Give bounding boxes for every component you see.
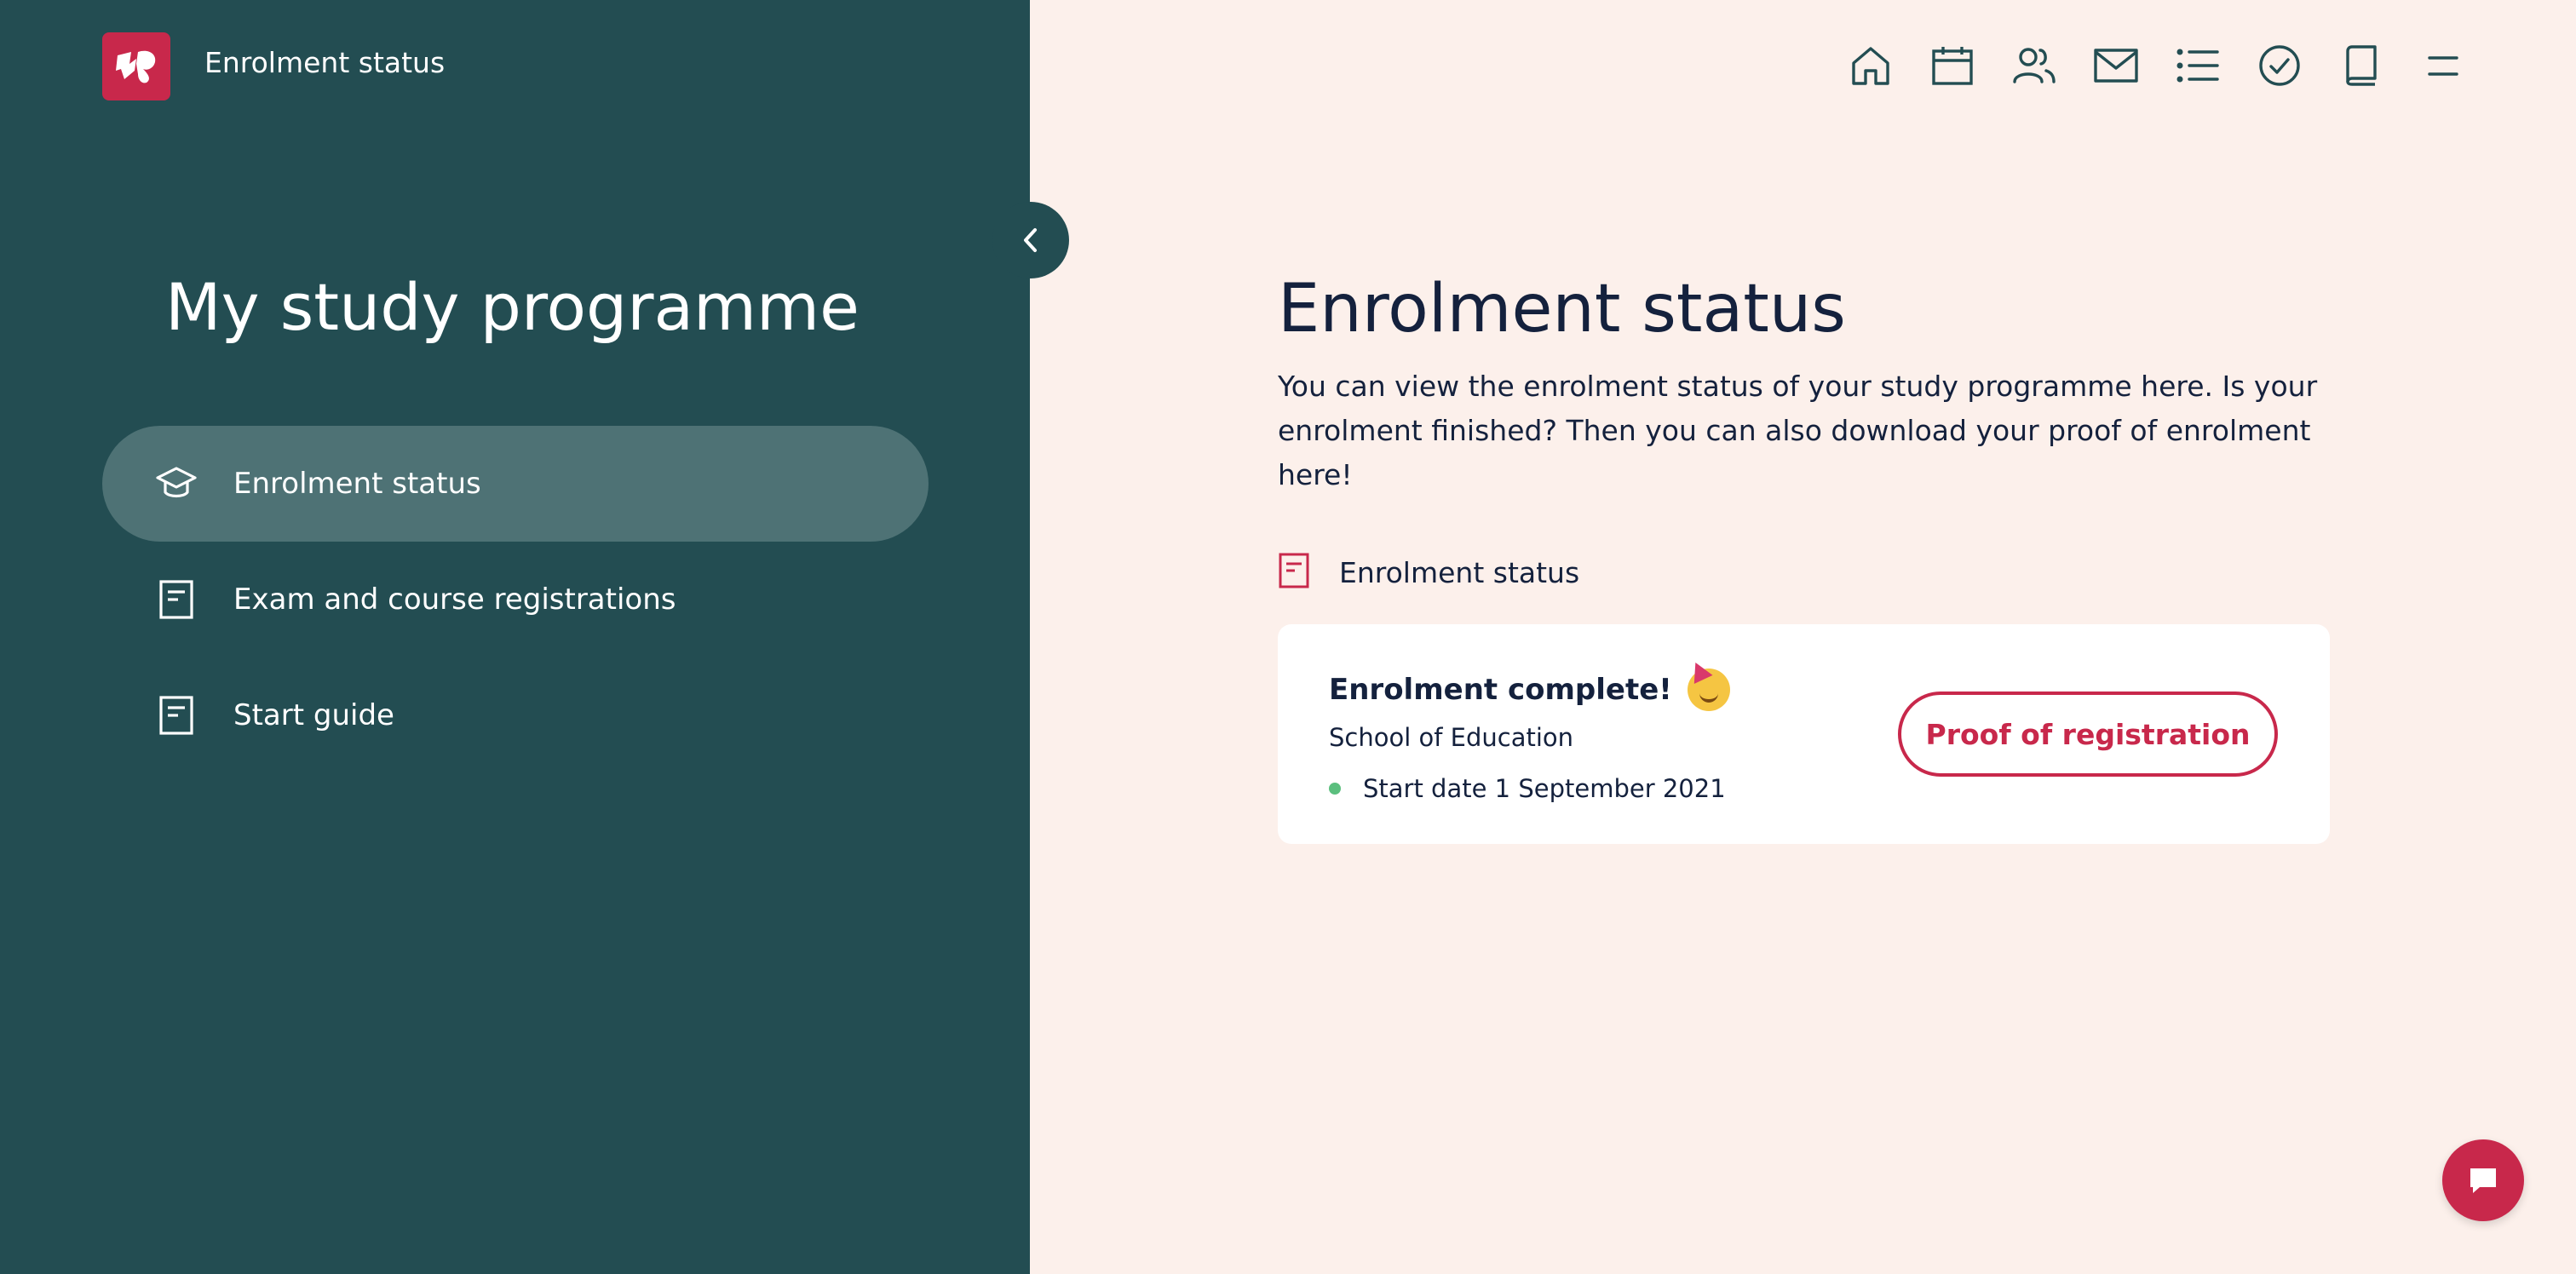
sidebar-item-exam-registrations[interactable]: Exam and course registrations <box>102 542 929 657</box>
section-heading: Enrolment status <box>1278 552 1579 593</box>
top-navigation <box>1830 37 2484 94</box>
document-icon <box>1278 552 1310 593</box>
people-icon[interactable] <box>1993 37 2075 94</box>
university-logo-icon[interactable] <box>102 32 170 100</box>
graduation-cap-icon <box>155 462 198 505</box>
chevron-left-icon <box>1024 228 1037 252</box>
document-icon <box>155 578 198 621</box>
sidebar-item-label: Start guide <box>233 698 394 732</box>
sidebar-item-start-guide[interactable]: Start guide <box>102 657 929 773</box>
page-title: Enrolment status <box>1278 271 1846 347</box>
sidebar-item-label: Enrolment status <box>233 467 481 501</box>
app-title: Enrolment status <box>204 46 446 79</box>
status-dot-icon <box>1329 783 1341 795</box>
enrolment-card: Enrolment complete! School of Education … <box>1278 624 2330 844</box>
sidebar-item-label: Exam and course registrations <box>233 582 676 617</box>
list-icon[interactable] <box>2157 37 2239 94</box>
sidebar-nav: Enrolment status Exam and course registr… <box>102 426 929 773</box>
collapse-sidebar-button[interactable] <box>992 202 1069 278</box>
calendar-icon[interactable] <box>1912 37 1993 94</box>
chat-button[interactable] <box>2442 1139 2524 1221</box>
proof-of-registration-button[interactable]: Proof of registration <box>1898 692 2278 777</box>
home-icon[interactable] <box>1830 37 1912 94</box>
page-description: You can view the enrolment status of you… <box>1278 370 2318 491</box>
card-title-text: Enrolment complete! <box>1329 673 1672 707</box>
mail-icon[interactable] <box>2075 37 2157 94</box>
card-title: Enrolment complete! <box>1329 669 1730 711</box>
document-icon <box>155 694 198 737</box>
check-circle-icon[interactable] <box>2239 37 2320 94</box>
section-heading-label: Enrolment status <box>1339 555 1580 589</box>
chat-bubble-icon <box>2470 1168 2496 1193</box>
sidebar-title: My study programme <box>165 269 860 345</box>
party-face-emoji-icon <box>1687 669 1730 711</box>
menu-icon[interactable] <box>2402 37 2484 94</box>
book-icon[interactable] <box>2320 37 2402 94</box>
start-date: Start date 1 September 2021 <box>1363 774 1726 803</box>
school-name: School of Education <box>1329 723 1574 752</box>
sidebar: Enrolment status My study programme Enro… <box>0 0 1030 1274</box>
start-date-row: Start date 1 September 2021 <box>1329 774 1726 803</box>
sidebar-item-enrolment-status[interactable]: Enrolment status <box>102 426 929 542</box>
